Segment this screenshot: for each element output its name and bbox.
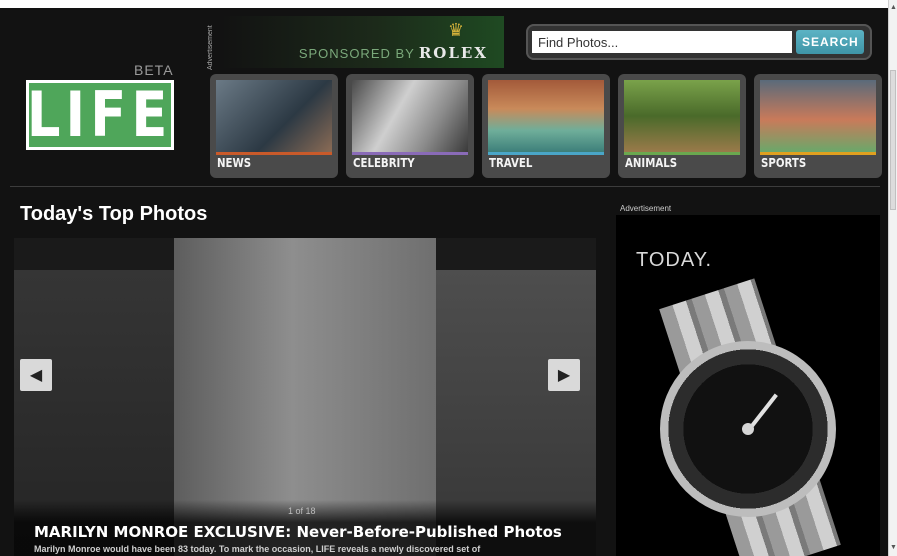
nav-label-sports: SPORTS: [761, 156, 807, 170]
sports-thumbnail: [760, 80, 876, 152]
scroll-up-icon[interactable]: ▲: [890, 4, 897, 11]
search-input[interactable]: [532, 31, 792, 53]
watch-advertisement[interactable]: TODAY.: [616, 215, 880, 556]
watch-center: [742, 423, 754, 435]
news-thumbnail: [216, 80, 332, 152]
sponsor-text: SPONSORED BY ROLEX: [299, 44, 488, 62]
nav-accent-bar: [352, 152, 468, 155]
chevron-right-icon: ▶: [557, 367, 571, 384]
nav-accent-bar: [488, 152, 604, 155]
ad-headline: TODAY.: [636, 249, 713, 271]
sidebar-ad-label: Advertisement: [620, 204, 672, 213]
crown-icon: ♛: [447, 20, 464, 40]
vertical-scrollbar[interactable]: ▲ ▼: [888, 0, 897, 556]
nav-label-celebrity: CELEBRITY: [353, 156, 415, 170]
nav-tile-travel[interactable]: TRAVEL: [482, 74, 610, 178]
slide-summary: Marilyn Monroe would have been 83 today.…: [34, 544, 481, 554]
nav-label-travel: TRAVEL: [489, 156, 533, 170]
nav-accent-bar: [760, 152, 876, 155]
search-button[interactable]: SEARCH: [796, 30, 864, 54]
nav-accent-bar: [216, 152, 332, 155]
travel-thumbnail: [488, 80, 604, 152]
nav-tile-animals[interactable]: ANIMALS: [618, 74, 746, 178]
logo-text: LIFE: [27, 78, 173, 151]
page: BETA LIFE Advertisement ♛ SPONSORED BY RO…: [0, 0, 888, 556]
prev-button[interactable]: ◀: [20, 359, 52, 391]
sponsor-brand: ROLEX: [418, 44, 488, 62]
beta-label: BETA: [134, 62, 174, 78]
life-logo[interactable]: LIFE: [26, 80, 174, 150]
scroll-down-icon[interactable]: ▼: [890, 544, 897, 551]
top-strip: [0, 0, 888, 8]
slide-headline[interactable]: MARILYN MONROE EXCLUSIVE: Never-Before-P…: [34, 523, 562, 541]
nav-accent-bar: [624, 152, 740, 155]
nav-tile-sports[interactable]: SPORTS: [754, 74, 882, 178]
logo-area[interactable]: BETA LIFE: [20, 60, 180, 160]
nav-label-animals: ANIMALS: [625, 156, 678, 170]
header-ad-label: Advertisement: [207, 25, 214, 70]
nav-tile-celebrity[interactable]: CELEBRITY: [346, 74, 474, 178]
header-divider: [10, 186, 880, 187]
nav-tile-news[interactable]: NEWS: [210, 74, 338, 178]
chevron-left-icon: ◀: [29, 367, 43, 384]
next-button[interactable]: ▶: [548, 359, 580, 391]
slide-counter: 1 of 18: [288, 506, 316, 516]
sponsor-banner[interactable]: ♛ SPONSORED BY ROLEX: [220, 16, 504, 68]
photo-carousel[interactable]: ◀ ▶ 1 of 18 MARILYN MONROE EXCLUSIVE: Ne…: [14, 238, 596, 556]
celebrity-thumbnail: [352, 80, 468, 152]
section-title: Today's Top Photos: [20, 203, 208, 225]
sponsor-prefix: SPONSORED BY: [298, 46, 415, 61]
scroll-thumb[interactable]: [890, 70, 896, 210]
nav-label-news: NEWS: [217, 156, 252, 170]
search-box: SEARCH: [526, 24, 872, 60]
animals-thumbnail: [624, 80, 740, 152]
